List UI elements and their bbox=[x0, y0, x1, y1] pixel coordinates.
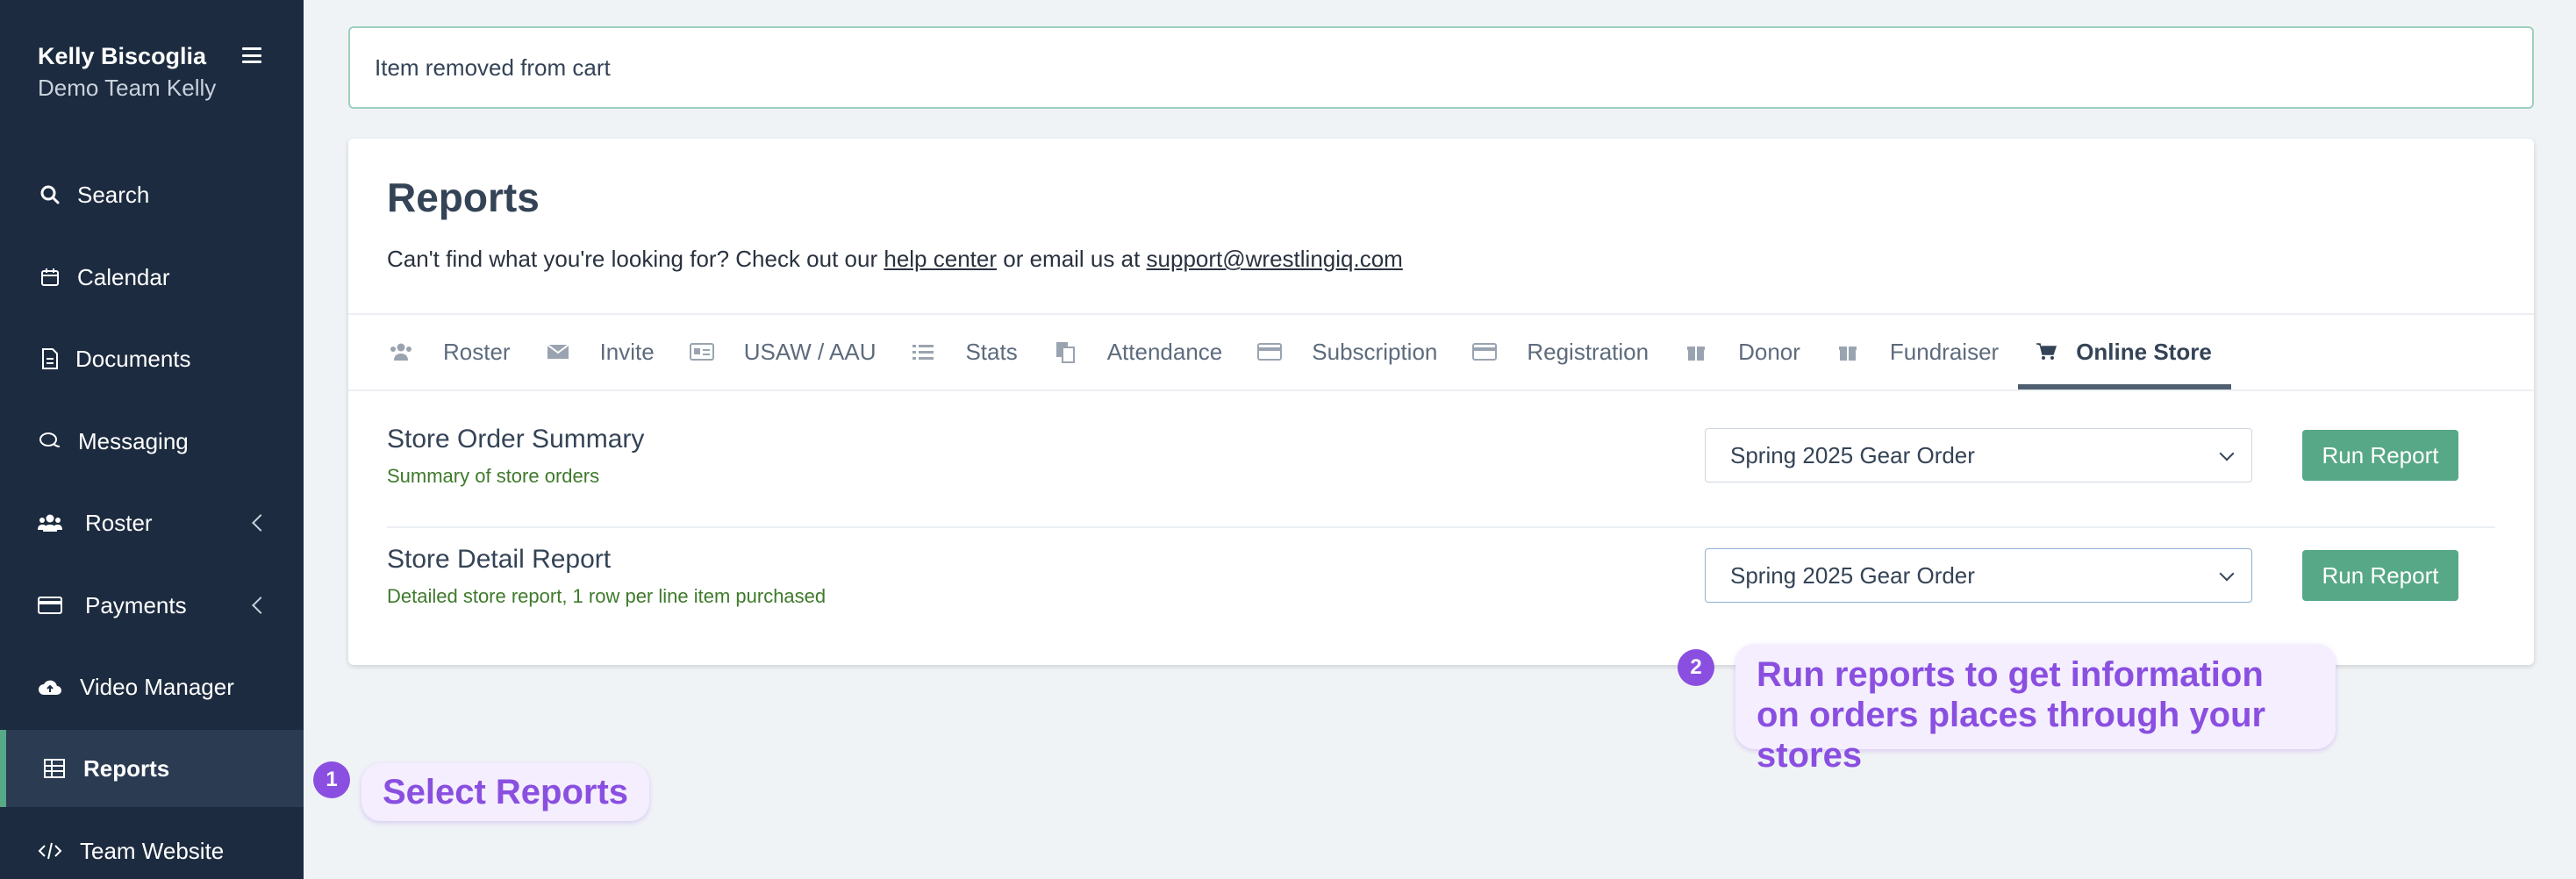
tab-roster[interactable]: Roster bbox=[373, 314, 530, 389]
toast-message: Item removed from cart bbox=[375, 54, 611, 81]
sidebar-item-label: Team Website bbox=[80, 837, 225, 864]
sidebar-item-team-website[interactable]: Team Website bbox=[0, 812, 304, 879]
copy-icon bbox=[1053, 341, 1077, 363]
sidebar-item-label: Messaging bbox=[78, 427, 189, 454]
chevron-left-icon bbox=[252, 514, 269, 532]
help-prefix: Can't find what you're looking for? Chec… bbox=[387, 246, 884, 272]
support-email-link[interactable]: support@wrestlingiq.com bbox=[1147, 246, 1403, 272]
callout-text: Select Reports bbox=[382, 772, 629, 811]
tab-label: USAW / AAU bbox=[743, 338, 877, 365]
tab-label: Roster bbox=[443, 338, 511, 365]
tab-registration[interactable]: Registration bbox=[1456, 314, 1668, 389]
tab-invite[interactable]: Invite bbox=[530, 314, 674, 389]
sidebar-item-label: Reports bbox=[83, 754, 170, 782]
users-icon bbox=[37, 510, 63, 536]
table-icon bbox=[41, 755, 68, 782]
report-description: Detailed store report, 1 row per line it… bbox=[387, 585, 826, 607]
sidebar-item-label: Calendar bbox=[77, 263, 170, 290]
sidebar-item-messaging[interactable]: Messaging bbox=[0, 403, 304, 480]
sidebar-item-label: Search bbox=[77, 181, 150, 208]
sidebar-item-label: Payments bbox=[85, 591, 187, 618]
credit-card-icon bbox=[37, 592, 63, 618]
callout-text: Run reports to get information on orders… bbox=[1757, 655, 2266, 775]
tab-label: Registration bbox=[1527, 338, 1649, 365]
search-icon bbox=[37, 182, 63, 208]
sidebar-item-label: Roster bbox=[85, 509, 153, 536]
gift-icon bbox=[1835, 341, 1860, 362]
users-icon bbox=[389, 341, 413, 362]
reports-card: Reports Can't find what you're looking f… bbox=[348, 139, 2534, 665]
callout-select-reports: Select Reports bbox=[361, 763, 649, 821]
tab-attendance[interactable]: Attendance bbox=[1037, 314, 1242, 389]
tab-label: Invite bbox=[599, 338, 655, 365]
credit-card-icon bbox=[1472, 341, 1498, 362]
toast-notification: Item removed from cart bbox=[348, 26, 2534, 109]
step-badge: 1 bbox=[313, 761, 350, 798]
callout-run-reports: Run reports to get information on orders… bbox=[1735, 644, 2336, 775]
gift-icon bbox=[1684, 341, 1708, 362]
chevron-left-icon bbox=[252, 597, 269, 614]
report-row-store-detail-report: Store Detail Report Detailed store repor… bbox=[387, 510, 2497, 629]
report-title: Store Order Summary bbox=[387, 425, 645, 454]
tab-stats[interactable]: Stats bbox=[895, 314, 1036, 389]
calendar-icon bbox=[37, 264, 63, 290]
tab-label: Donor bbox=[1738, 338, 1800, 365]
sidebar-item-reports[interactable]: Reports bbox=[0, 730, 304, 807]
credit-card-icon bbox=[1257, 341, 1283, 362]
tab-label: Attendance bbox=[1106, 338, 1223, 365]
chevron-down-icon bbox=[2219, 566, 2235, 582]
tab-label: Fundraiser bbox=[1889, 338, 2000, 365]
sidebar: Kelly Biscoglia Demo Team Kelly Search C… bbox=[0, 0, 304, 879]
sidebar-item-calendar[interactable]: Calendar bbox=[0, 239, 304, 316]
user-info: Kelly Biscoglia Demo Team Kelly bbox=[38, 40, 216, 104]
tab-label: Subscription bbox=[1312, 338, 1438, 365]
page-title: Reports bbox=[387, 175, 540, 220]
step-badge: 2 bbox=[1678, 649, 1714, 686]
report-tabs: Roster Invite USAW / AAU Stats Attendanc… bbox=[373, 314, 2231, 389]
help-middle: or email us at bbox=[997, 246, 1147, 272]
tab-fundraiser[interactable]: Fundraiser bbox=[1820, 314, 2018, 389]
tab-online-store[interactable]: Online Store bbox=[2018, 314, 2231, 389]
tab-label: Stats bbox=[965, 338, 1018, 365]
sidebar-item-payments[interactable]: Payments bbox=[0, 567, 304, 644]
sidebar-item-search[interactable]: Search bbox=[0, 156, 304, 233]
store-select[interactable]: Spring 2025 Gear Order bbox=[1705, 428, 2252, 482]
run-report-button[interactable]: Run Report bbox=[2302, 550, 2458, 601]
select-value: Spring 2025 Gear Order bbox=[1730, 561, 1975, 589]
sidebar-item-label: Video Manager bbox=[80, 673, 234, 700]
store-select[interactable]: Spring 2025 Gear Order bbox=[1705, 548, 2252, 603]
chevron-down-icon bbox=[2219, 446, 2235, 461]
envelope-icon bbox=[546, 341, 570, 362]
run-report-button[interactable]: Run Report bbox=[2302, 430, 2458, 481]
document-icon bbox=[37, 346, 63, 372]
sidebar-item-label: Documents bbox=[75, 345, 191, 372]
code-icon bbox=[37, 838, 63, 864]
tab-subscription[interactable]: Subscription bbox=[1241, 314, 1456, 389]
user-name: Kelly Biscoglia bbox=[38, 43, 207, 69]
hamburger-menu-icon[interactable] bbox=[242, 47, 261, 63]
report-description: Summary of store orders bbox=[387, 465, 600, 487]
help-text: Can't find what you're looking for? Chec… bbox=[387, 246, 1403, 273]
tab-donor[interactable]: Donor bbox=[1668, 314, 1820, 389]
chat-icon bbox=[37, 428, 63, 454]
report-title: Store Detail Report bbox=[387, 545, 612, 574]
help-center-link[interactable]: help center bbox=[884, 246, 997, 272]
cloud-upload-icon bbox=[37, 674, 63, 700]
list-icon bbox=[911, 341, 935, 362]
tab-label: Online Store bbox=[2076, 338, 2212, 365]
id-card-icon bbox=[689, 341, 714, 362]
select-value: Spring 2025 Gear Order bbox=[1730, 441, 1975, 468]
sidebar-item-video-manager[interactable]: Video Manager bbox=[0, 648, 304, 725]
sidebar-item-roster[interactable]: Roster bbox=[0, 484, 304, 561]
report-row-store-order-summary: Store Order Summary Summary of store ord… bbox=[387, 389, 2497, 509]
sidebar-item-documents[interactable]: Documents bbox=[0, 320, 304, 397]
cart-icon bbox=[2034, 341, 2058, 362]
tab-usaw-aau[interactable]: USAW / AAU bbox=[674, 314, 896, 389]
team-name: Demo Team Kelly bbox=[38, 75, 217, 101]
